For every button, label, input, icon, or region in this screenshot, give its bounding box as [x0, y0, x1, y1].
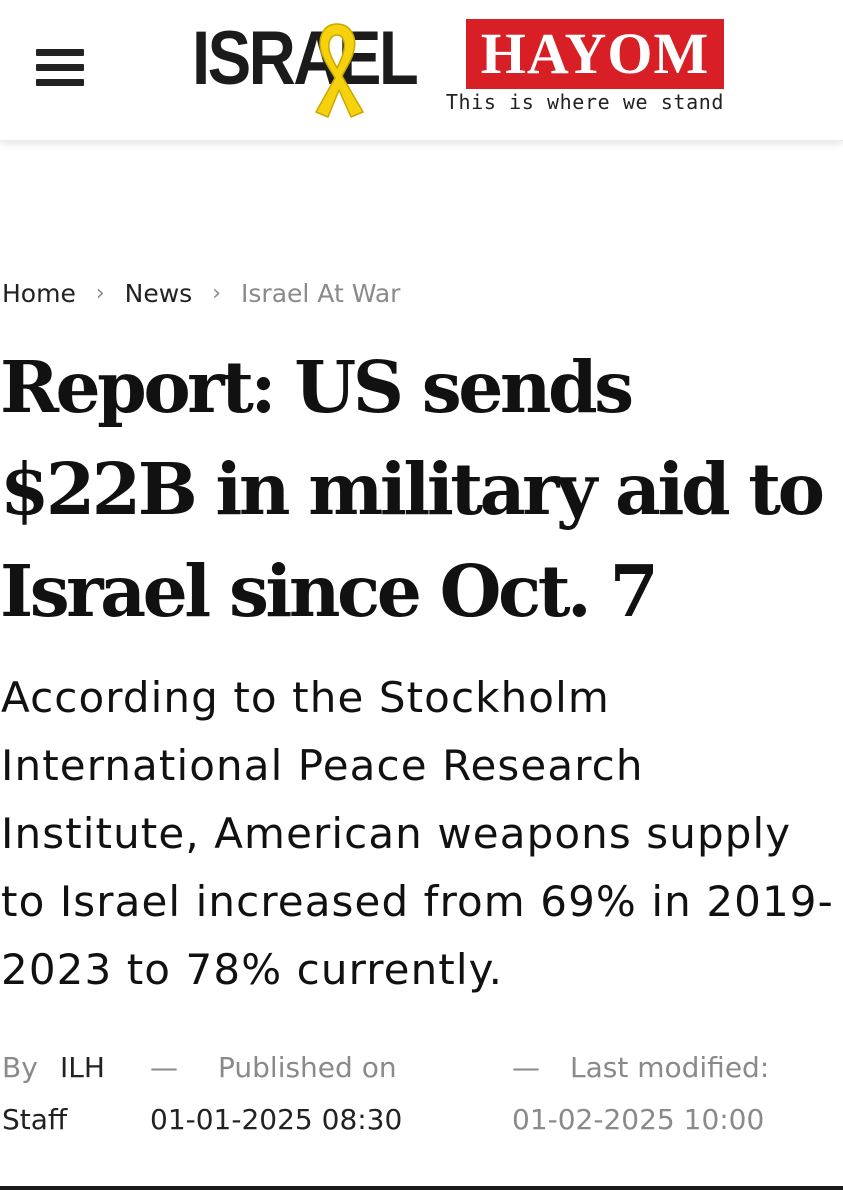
site-logo[interactable]: ISRAEL HAYOM This is where we stand: [192, 14, 724, 118]
logo-israel-text: ISRAEL: [192, 16, 419, 101]
hamburger-menu-icon[interactable]: [36, 49, 84, 87]
menu-bar: [36, 64, 84, 71]
yellow-ribbon-icon: [315, 23, 364, 118]
breadcrumb-news[interactable]: News: [125, 279, 193, 308]
chevron-right-icon: ›: [212, 280, 222, 306]
published-label: Published on: [218, 1051, 397, 1084]
breadcrumb: Home › News › Israel At War: [2, 276, 400, 310]
logo-tagline: This is where we stand: [445, 90, 724, 114]
article-summary: According to the Stockholm International…: [1, 673, 834, 994]
breadcrumb-home[interactable]: Home: [2, 279, 76, 308]
article-byline: By ILH Staff — Published on 01-01-2025 0…: [0, 1042, 843, 1152]
byline-dash: —: [150, 1051, 178, 1084]
chevron-right-icon: ›: [95, 280, 105, 306]
menu-bar: [36, 79, 84, 86]
modified-date: 01-02-2025 10:00: [512, 1103, 765, 1136]
section-divider: [0, 1186, 843, 1190]
menu-bar: [36, 49, 84, 56]
byline-author-link[interactable]: ILH Staff: [2, 1042, 117, 1146]
article-headline: Report: US sends $22B in military aid to…: [0, 345, 825, 633]
modified-label: Last modified:: [570, 1051, 770, 1084]
published-date: 01-01-2025 08:30: [150, 1103, 403, 1136]
logo-hayom-box: HAYOM: [466, 19, 724, 89]
site-header: ISRAEL HAYOM This is where we stand: [0, 0, 843, 141]
byline-dash: —: [512, 1051, 540, 1084]
breadcrumb-current[interactable]: Israel At War: [241, 279, 400, 308]
logo-hayom-text: HAYOM: [480, 21, 710, 86]
